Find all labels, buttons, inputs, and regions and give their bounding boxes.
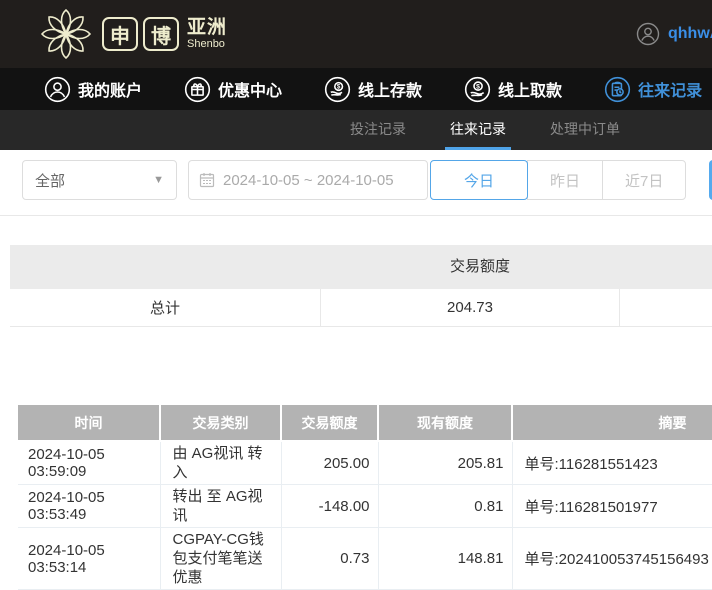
date-range-input[interactable]: 2024-10-05 ~ 2024-10-05	[188, 160, 428, 200]
top-header: 申 博 亚洲 Shenbo qhhwA	[0, 0, 712, 68]
nav-label: 我的账户	[78, 83, 143, 100]
cell-time: 2024-10-05 03:59:09	[18, 441, 161, 485]
tab-transaction-records[interactable]: 往来记录	[445, 110, 511, 150]
cell-type: 由 AG视讯 转入	[160, 441, 282, 485]
cell-amount: 0.73	[281, 527, 379, 590]
username-text[interactable]: qhhwA	[668, 25, 712, 43]
flower-logo-icon	[40, 8, 92, 60]
main-nav: 我的账户 优惠中心 $ 线上存款 $ 线上取款 往来记录	[0, 68, 712, 110]
nav-label: 线上取款	[498, 83, 563, 100]
summary-total-label: 总计	[149, 300, 180, 317]
nav-label: 往来记录	[638, 83, 703, 100]
table-row: 2024-10-05 03:53:14 CGPAY-CG钱包支付笔笔送优惠 0.…	[18, 527, 712, 590]
calendar-icon	[199, 173, 215, 188]
nav-label: 优惠中心	[218, 83, 283, 100]
summary-total-value: 204.73	[320, 289, 620, 326]
type-select-value: 全部	[35, 172, 66, 190]
table-row: 2024-10-05 03:59:09 由 AG视讯 转入 205.00 205…	[18, 441, 712, 485]
section-divider	[0, 215, 712, 216]
user-icon	[44, 76, 71, 102]
summary-header-label: 交易额度	[449, 258, 510, 275]
cell-time: 2024-10-05 03:53:49	[18, 484, 161, 528]
site-logo[interactable]: 申 博 亚洲 Shenbo	[38, 6, 227, 62]
cell-type: CGPAY-CG钱包支付笔笔送优惠	[160, 527, 282, 590]
user-account[interactable]: qhhwA	[636, 22, 712, 46]
gift-icon	[184, 76, 211, 102]
withdraw-hand-coin-icon: $	[464, 76, 491, 102]
page-root: 申 博 亚洲 Shenbo qhhwA 我的账户	[0, 0, 712, 590]
records-table: 时间 交易类别 交易额度 现有额度 摘要 2024-10-05 03:59:09…	[18, 405, 712, 590]
type-select[interactable]: 全部 ▼	[22, 160, 177, 200]
cell-summary: 单号:202410053745156493	[512, 527, 712, 590]
summary-total-row: 总计 204.73	[10, 289, 712, 327]
filter-row: 全部 ▼ 2024-10-05 ~ 2024-10-05 今日 昨日 近7日 查…	[22, 158, 712, 202]
nav-item-transaction-records[interactable]: 往来记录	[604, 76, 702, 103]
cell-balance: 205.81	[378, 441, 513, 485]
last7days-button[interactable]: 近7日	[602, 160, 687, 200]
nav-item-online-deposit[interactable]: $ 线上存款	[324, 76, 422, 103]
logo-char-bo: 博	[143, 17, 179, 51]
cell-amount: -148.00	[281, 484, 379, 528]
today-button[interactable]: 今日	[430, 160, 529, 200]
logo-region-text: 亚洲	[187, 17, 228, 38]
col-amount: 交易额度	[281, 405, 379, 442]
table-row: 2024-10-05 03:53:49 转出 至 AG视讯 -148.00 0.…	[18, 484, 712, 528]
user-avatar-icon	[636, 22, 660, 46]
logo-subtitle: Shenbo	[187, 38, 225, 50]
tab-pending-orders[interactable]: 处理中订单	[545, 110, 625, 150]
cell-time: 2024-10-05 03:53:14	[18, 527, 161, 590]
col-balance: 现有额度	[378, 405, 513, 442]
quick-date-buttons: 今日 昨日 近7日	[430, 160, 687, 200]
records-header-row: 时间 交易类别 交易额度 现有额度 摘要	[18, 405, 712, 442]
summary-table: 交易额度 总计 204.73	[10, 245, 712, 327]
cell-summary: 单号:116281551423	[512, 441, 712, 485]
col-type: 交易类别	[160, 405, 282, 442]
nav-item-online-withdraw[interactable]: $ 线上取款	[464, 76, 562, 103]
cell-balance: 0.81	[378, 484, 513, 528]
logo-char-shen: 申	[102, 17, 138, 51]
nav-item-my-account[interactable]: 我的账户	[44, 76, 142, 103]
summary-empty-cell	[620, 289, 712, 326]
records-clipboard-icon	[604, 76, 631, 102]
col-summary: 摘要	[512, 405, 712, 442]
nav-label: 线上存款	[358, 83, 423, 100]
chevron-down-icon: ▼	[153, 174, 164, 186]
svg-text:$: $	[476, 83, 480, 90]
col-time: 时间	[18, 405, 161, 442]
tab-bet-records[interactable]: 投注记录	[345, 110, 411, 150]
yesterday-button[interactable]: 昨日	[527, 160, 604, 200]
date-range-value: 2024-10-05 ~ 2024-10-05	[223, 171, 394, 189]
summary-header: 交易额度	[10, 245, 712, 289]
svg-text:$: $	[337, 83, 341, 90]
cell-balance: 148.81	[378, 527, 513, 590]
deposit-hand-coin-icon: $	[324, 76, 351, 102]
record-tab-bar: 投注记录 往来记录 处理中订单	[0, 110, 712, 150]
nav-item-promo-center[interactable]: 优惠中心	[184, 76, 282, 103]
cell-amount: 205.00	[281, 441, 379, 485]
cell-summary: 单号:116281501977	[512, 484, 712, 528]
cell-type: 转出 至 AG视讯	[160, 484, 282, 528]
